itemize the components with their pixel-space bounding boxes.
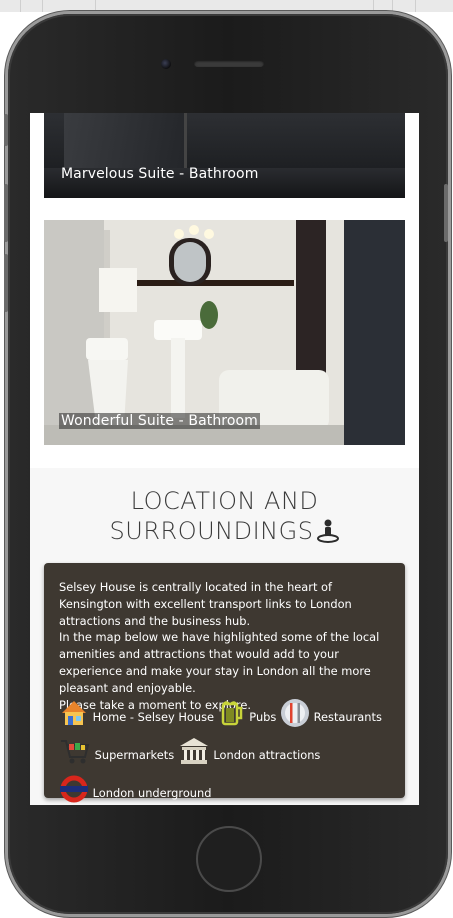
location-info-card: Selsey House is centrally located in the… — [44, 563, 405, 803]
phone-power-button — [444, 184, 448, 242]
intro-paragraph: Selsey House is centrally located in the… — [59, 580, 352, 628]
underground-roundel-icon — [59, 774, 89, 805]
legend-item-home: Home - Selsey House — [59, 701, 218, 725]
person-location-icon — [317, 519, 340, 550]
legend-label-supermarkets: Supermarkets — [94, 747, 175, 762]
gallery-photo-wonderful-bathroom[interactable]: Wonderful Suite - Bathroom — [44, 220, 405, 445]
fork-knife-icon — [280, 698, 310, 736]
beer-mug-icon — [218, 698, 246, 736]
museum-icon — [178, 736, 210, 774]
shopping-cart-icon — [59, 736, 91, 774]
home-button[interactable] — [196, 826, 262, 892]
section-title-line1: LOCATION AND — [130, 487, 319, 515]
legend-label-pubs: Pubs — [249, 709, 277, 724]
legend-label-underground: London underground — [92, 785, 212, 800]
legend-label-home: Home - Selsey House — [92, 709, 215, 724]
legend-label-attractions: London attractions — [213, 747, 321, 762]
front-camera — [161, 59, 171, 69]
legend-item-pubs: Pubs — [218, 701, 280, 726]
gallery-photo-marvelous-bathroom[interactable]: Marvelous Suite - Bathroom — [44, 113, 405, 198]
bathroom-illustration — [44, 220, 405, 445]
map-legend: Home - Selsey House Pubs Restaurants Sup… — [59, 698, 399, 805]
section-title-line2: SURROUNDINGS — [109, 517, 314, 545]
legend-item-supermarkets: Supermarkets — [59, 740, 178, 764]
card-description: Selsey House is centrally located in the… — [59, 579, 397, 713]
legend-item-underground: London underground — [59, 775, 212, 803]
photo-mirror-shape — [64, 113, 187, 173]
legend-item-restaurants: Restaurants — [280, 699, 382, 727]
phone-volume-down — [4, 254, 8, 312]
photo-caption: Marvelous Suite - Bathroom — [61, 166, 259, 182]
phone-volume-up — [4, 184, 8, 242]
phone-mute-switch — [4, 114, 8, 146]
house-icon — [59, 698, 89, 736]
section-title: LOCATION AND SURROUNDINGS — [30, 486, 419, 550]
legend-item-attractions: London attractions — [178, 738, 321, 764]
legend-label-restaurants: Restaurants — [313, 709, 382, 724]
map-paragraph: In the map below we have highlighted som… — [59, 630, 380, 695]
location-section: LOCATION AND SURROUNDINGS Selsey House i… — [30, 468, 419, 805]
phone-screen: Marvelous Suite - Bathroom Wonderful Sui… — [30, 113, 419, 805]
photo-caption: Wonderful Suite - Bathroom — [59, 413, 260, 429]
browser-top-strip — [0, 0, 453, 12]
earpiece-speaker — [194, 60, 264, 67]
